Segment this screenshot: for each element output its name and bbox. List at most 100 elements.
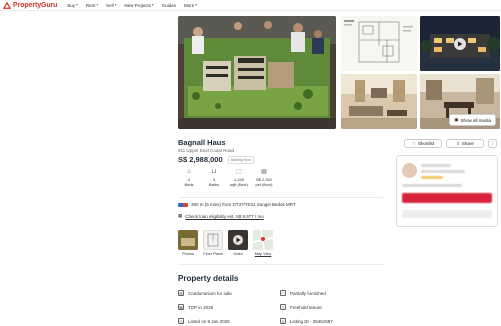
spec-unit: Baths bbox=[208, 182, 220, 187]
detail-text: Freehold tenure bbox=[290, 304, 322, 310]
loan-eligibility-link[interactable]: ▦ Check loan eligibility est. S$ 8,977 /… bbox=[178, 213, 264, 219]
chevron-down-icon: ▾ bbox=[96, 3, 99, 7]
listing-price: S$ 2,988,000 bbox=[178, 155, 223, 164]
more-options-button[interactable]: ⋮ bbox=[488, 139, 497, 148]
agent-avatar bbox=[402, 163, 417, 178]
mrt-text: 380 m (5 mins) from DT37/TE31 Sungei Bed… bbox=[191, 202, 296, 207]
share-icon: ⇪ bbox=[456, 140, 460, 146]
mrt-info: 380 m (5 mins) from DT37/TE31 Sungei Bed… bbox=[178, 202, 296, 207]
divider bbox=[178, 264, 383, 265]
detail-item: ◷ Listed on 8 Jan 2026 bbox=[178, 316, 280, 326]
detail-item: ◠ Partially furnished bbox=[280, 288, 382, 298]
detail-item: ▥ Condominium for sale bbox=[178, 288, 280, 298]
spec-unit: sqft (floor) bbox=[229, 182, 248, 187]
media-video[interactable]: Video bbox=[228, 230, 248, 256]
share-label: Share bbox=[461, 141, 474, 146]
chevron-down-icon: ▾ bbox=[151, 3, 154, 7]
map-thumbnail bbox=[253, 230, 273, 250]
media-shortcuts: Photos Floor Plans Video Map View bbox=[178, 230, 273, 256]
spec-beds: ⌂ 4 Beds bbox=[178, 169, 200, 187]
nav-label: Guides bbox=[161, 2, 176, 8]
media-floor-plans[interactable]: Floor Plans bbox=[203, 230, 223, 256]
gallery-living-room[interactable] bbox=[341, 74, 417, 129]
images-icon: ▣ bbox=[454, 117, 459, 122]
listing-address: 911 Upper East Coast Road bbox=[178, 148, 234, 153]
nav-label: New Projects bbox=[124, 2, 151, 8]
detail-text: Listing ID - 25451597 bbox=[290, 318, 333, 324]
area-icon: ⬚ bbox=[236, 169, 242, 175]
loan-text: Check loan eligibility est. S$ 8,977 / m… bbox=[185, 213, 264, 219]
shortlist-label: Shortlist bbox=[417, 141, 435, 146]
agent-name-blurred bbox=[421, 164, 451, 167]
share-button[interactable]: ⇪ Share bbox=[446, 139, 484, 148]
secondary-contact-button[interactable] bbox=[402, 210, 492, 218]
gallery-floor-plan[interactable] bbox=[341, 16, 417, 71]
nav-item-sell[interactable]: Sell ▾ bbox=[106, 3, 116, 8]
brand-name: PropertyGuru bbox=[13, 1, 58, 9]
details-row: ◷ Listed on 8 Jan 2026 # Listing ID - 25… bbox=[178, 316, 383, 326]
more-vertical-icon: ⋮ bbox=[490, 140, 495, 146]
nav-item-rent[interactable]: Rent ▾ bbox=[86, 3, 98, 8]
spec-area: ⬚ 1,249 sqft (floor) bbox=[228, 169, 250, 187]
psf-icon: ▤ bbox=[261, 169, 267, 175]
contact-agent-button[interactable] bbox=[402, 193, 492, 203]
logo-icon bbox=[3, 1, 11, 9]
property-details-title: Property details bbox=[178, 274, 239, 283]
media-label: Photos bbox=[182, 252, 194, 256]
id-icon: # bbox=[280, 318, 286, 324]
spec-psf: ▤ S$ 2,392 psf (floor) bbox=[253, 169, 275, 187]
shortlist-button[interactable]: ♡ Shortlist bbox=[404, 139, 442, 148]
property-details-grid: ▥ Condominium for sale ◠ Partially furni… bbox=[178, 288, 383, 326]
property-listing-page: PropertyGuru Buy ▾ Rent ▾ Sell ▾ New Projec… bbox=[0, 0, 501, 326]
nav-item-guides[interactable]: Guides bbox=[162, 3, 176, 8]
nav-item-buy[interactable]: Buy ▾ bbox=[67, 3, 78, 8]
media-label: Video bbox=[233, 252, 243, 256]
show-all-media-button[interactable]: ▣ Show all media bbox=[449, 114, 496, 126]
media-label: Floor Plans bbox=[203, 252, 223, 256]
spec-unit: Beds bbox=[184, 182, 194, 187]
show-all-media-label: Show all media bbox=[460, 117, 491, 123]
nav-item-new-projects[interactable]: New Projects ▾ bbox=[124, 3, 153, 8]
details-row: ▦ TOP in 2028 ≡ Freehold tenure bbox=[178, 302, 383, 312]
media-gallery: ▣ Show all media bbox=[178, 16, 500, 129]
heart-icon: ♡ bbox=[411, 140, 416, 146]
price-row: S$ 2,988,000 Starting from bbox=[178, 155, 254, 164]
media-label: Map View bbox=[254, 252, 272, 256]
agent-rating-blurred bbox=[421, 176, 443, 179]
mrt-line-icon bbox=[178, 202, 188, 207]
showroom-model-photo bbox=[178, 16, 336, 129]
chevron-down-icon: ▾ bbox=[195, 3, 197, 7]
listing-title: Bagnall Haus bbox=[178, 138, 226, 147]
agent-info-blurred bbox=[402, 184, 462, 187]
media-photos[interactable]: Photos bbox=[178, 230, 198, 256]
detail-text: Listed on 8 Jan 2026 bbox=[188, 318, 230, 324]
document-icon: ≡ bbox=[280, 304, 286, 310]
brand-logo[interactable]: PropertyGuru bbox=[3, 1, 58, 9]
gallery-video[interactable] bbox=[420, 16, 500, 71]
media-map-view[interactable]: Map View bbox=[253, 230, 273, 256]
gallery-dining-room[interactable]: ▣ Show all media bbox=[420, 74, 500, 129]
photos-thumbnail bbox=[178, 230, 198, 250]
play-icon[interactable] bbox=[454, 37, 466, 50]
divider bbox=[178, 197, 383, 198]
floor-plan-thumbnail bbox=[341, 16, 417, 71]
building-icon: ▥ bbox=[178, 290, 184, 296]
detail-item: # Listing ID - 25451597 bbox=[280, 316, 382, 326]
detail-item: ▦ TOP in 2028 bbox=[178, 302, 280, 312]
nav-item-more[interactable]: More ▾ bbox=[184, 3, 197, 8]
nav-label: More bbox=[183, 2, 195, 8]
gallery-main-photo[interactable] bbox=[178, 16, 336, 129]
detail-text: Condominium for sale bbox=[188, 290, 232, 296]
nav-label: Rent bbox=[85, 2, 96, 8]
floor-plans-thumbnail bbox=[203, 230, 223, 250]
calendar-icon: ▦ bbox=[178, 304, 184, 310]
agent-contact-card bbox=[396, 155, 498, 227]
clock-icon: ◷ bbox=[178, 318, 184, 324]
bath-icon: ⊔ bbox=[211, 169, 217, 175]
bed-icon: ⌂ bbox=[187, 169, 191, 175]
details-row: ▥ Condominium for sale ◠ Partially furni… bbox=[178, 288, 383, 298]
living-room-photo bbox=[341, 74, 417, 129]
detail-text: Partially furnished bbox=[290, 290, 326, 296]
price-tag: Starting from bbox=[227, 155, 254, 164]
listing-actions: ♡ Shortlist ⇪ Share ⋮ bbox=[404, 139, 497, 148]
